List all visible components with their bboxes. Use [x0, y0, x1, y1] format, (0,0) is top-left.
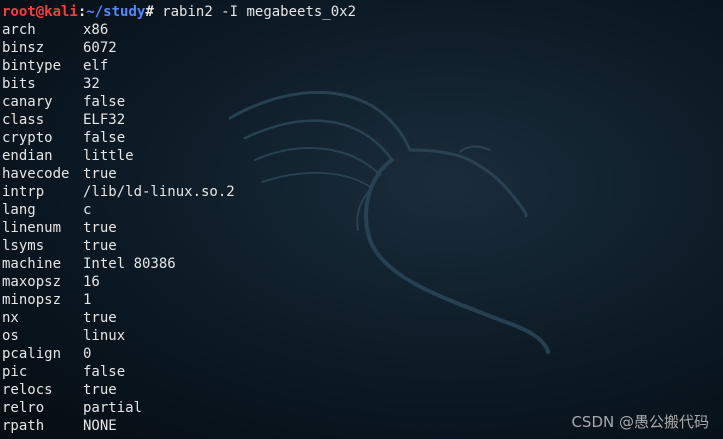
output-value: false	[83, 130, 126, 146]
output-line: pic false	[2, 363, 717, 381]
output-value: 32	[83, 76, 100, 92]
output-value: false	[83, 364, 126, 380]
output-key: binsz	[2, 40, 45, 56]
output-line: havecode true	[2, 165, 717, 183]
output-line: os linux	[2, 327, 717, 345]
output-line: lsyms true	[2, 237, 717, 255]
output-value: 16	[83, 274, 100, 290]
output-key: class	[2, 112, 45, 128]
output-line: linenum true	[2, 219, 717, 237]
output-value: true	[83, 166, 117, 182]
output-value: NONE	[83, 418, 117, 434]
output-key: linenum	[2, 220, 62, 236]
prompt-path: ~/study	[86, 4, 146, 20]
output-key: pic	[2, 364, 28, 380]
output-key: lang	[2, 202, 36, 218]
output-key: rpath	[2, 418, 45, 434]
output-line: machine Intel 80386	[2, 255, 717, 273]
output-line: bintype elf	[2, 57, 717, 75]
output-key: lsyms	[2, 238, 45, 254]
output-key: endian	[2, 148, 53, 164]
output-line: canary false	[2, 93, 717, 111]
command-line: root@kali:~/study# rabin2 -I megabeets_0…	[2, 3, 717, 21]
output-value: true	[83, 238, 117, 254]
output-line: lang c	[2, 201, 717, 219]
terminal-output[interactable]: root@kali:~/study# rabin2 -I megabeets_0…	[2, 3, 717, 435]
output-key: pcalign	[2, 346, 62, 362]
output-line: intrp/lib/ld-linux.so.2	[2, 183, 717, 201]
output-key: arch	[2, 22, 36, 38]
output-key: relro	[2, 400, 45, 416]
output-key: os	[2, 328, 19, 344]
output-key: havecode	[2, 166, 70, 182]
output-line: minopsz 1	[2, 291, 717, 309]
output-value: Intel 80386	[83, 256, 176, 272]
output-line: binsz 6072	[2, 39, 717, 57]
output-value: true	[83, 310, 117, 326]
output-key: machine	[2, 256, 62, 272]
output-value: 0	[83, 346, 92, 362]
output-key: intrp	[2, 184, 45, 200]
command-text: rabin2 -I megabeets_0x2	[153, 4, 357, 20]
output-value: 6072	[83, 40, 117, 56]
output-value: 1	[83, 292, 92, 308]
output-key: nx	[2, 310, 19, 326]
output-key: bintype	[2, 58, 62, 74]
output-line: crypto false	[2, 129, 717, 147]
prompt-hash: #	[145, 4, 154, 20]
output-key: bits	[2, 76, 36, 92]
output-line: endian little	[2, 147, 717, 165]
output-key: minopsz	[2, 292, 62, 308]
terminal-window[interactable]: root@kali:~/study# rabin2 -I megabeets_0…	[0, 0, 723, 439]
output-line: arch x86	[2, 21, 717, 39]
output-key: canary	[2, 94, 53, 110]
output-value: elf	[83, 58, 109, 74]
output-key: crypto	[2, 130, 53, 146]
output-line: maxopsz 16	[2, 273, 717, 291]
output-line: relocs true	[2, 381, 717, 399]
output-value: linux	[83, 328, 126, 344]
output-value: /lib/ld-linux.so.2	[83, 184, 235, 200]
output-value: little	[83, 148, 134, 164]
output-key: relocs	[2, 382, 53, 398]
output-value: ELF32	[83, 112, 126, 128]
output-key: maxopsz	[2, 274, 62, 290]
output-value: x86	[83, 22, 109, 38]
prompt-user-host: root@kali	[2, 4, 78, 20]
output-line: pcalign 0	[2, 345, 717, 363]
output-line: bits 32	[2, 75, 717, 93]
output-line: nx true	[2, 309, 717, 327]
output-value: true	[83, 382, 117, 398]
output-value: true	[83, 220, 117, 236]
output-value: c	[83, 202, 92, 218]
watermark: CSDN @愚公搬代码	[571, 413, 709, 431]
output-value: partial	[83, 400, 143, 416]
output-line: class ELF32	[2, 111, 717, 129]
output-value: false	[83, 94, 126, 110]
